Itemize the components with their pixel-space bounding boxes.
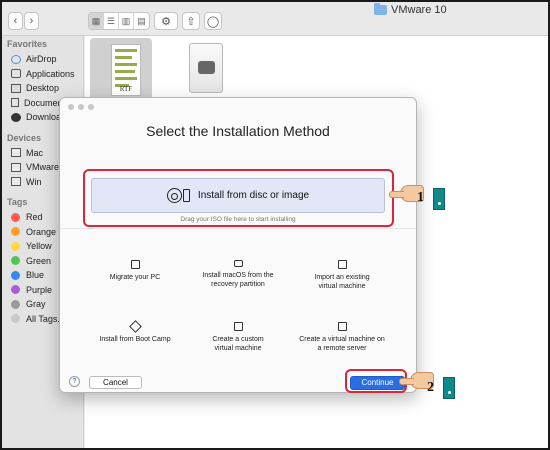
sidebar-item-label: Desktop [26, 83, 60, 94]
remote-server-icon [337, 322, 347, 331]
forward-button[interactable]: › [24, 12, 39, 30]
option-label: virtual machine [214, 345, 262, 352]
option-custom-vm[interactable]: Create a custom virtual machine [183, 322, 293, 353]
sidebar-item-desktop[interactable]: Desktop [2, 81, 83, 96]
disk-icon [11, 148, 21, 158]
sidebar-item-label: Yellow [26, 241, 52, 252]
tag-color-dot [11, 256, 20, 266]
divider [60, 228, 416, 229]
option-boot-camp[interactable]: Install from Boot Camp [80, 320, 190, 344]
sleeve-cuff [433, 188, 445, 210]
finder-toolbar: ‹ › ▦ ☰ ▥ ▤ ⚙ ⇧ ◯ VMware 10 [2, 2, 548, 36]
back-button[interactable]: ‹ [8, 12, 23, 30]
tag-color-dot [11, 270, 20, 280]
help-button[interactable]: ? [69, 376, 80, 387]
boot-camp-icon [128, 320, 142, 333]
option-label: recovery partition [211, 281, 265, 288]
migrate-pc-icon [130, 260, 140, 269]
window-title-text: VMware 10 [391, 4, 447, 16]
tag-color-dot [11, 285, 20, 295]
step-1-label: 1 [417, 190, 424, 205]
option-label: Create a virtual machine on [299, 336, 385, 343]
disk-image-file-icon[interactable] [189, 43, 223, 93]
desktop-icon [11, 83, 21, 93]
sidebar-item-label: Blue [26, 270, 45, 281]
sidebar-item-label: Orange [26, 226, 57, 237]
icon-view-button[interactable]: ▦ [89, 13, 104, 29]
tag-color-dot [11, 241, 20, 251]
cancel-button[interactable]: Cancel [89, 376, 142, 389]
documents-icon [11, 98, 19, 108]
option-import-vm[interactable]: Import an existing virtual machine [287, 260, 397, 291]
import-vm-icon [337, 260, 347, 269]
option-label: a remote server [317, 345, 367, 352]
disk-icon [11, 162, 21, 172]
tag-color-dot [11, 299, 20, 309]
folder-icon [374, 3, 387, 15]
tag-button[interactable]: ◯ [204, 12, 222, 30]
view-switcher: ▦ ☰ ▥ ▤ [88, 12, 150, 30]
install-option-highlight [83, 169, 394, 227]
sidebar-item-label: Win [26, 176, 42, 187]
column-view-button[interactable]: ▥ [119, 13, 134, 29]
sidebar-item-label: Purple [26, 284, 53, 295]
airdrop-icon [11, 54, 21, 64]
step-2-label: 2 [427, 380, 434, 395]
downloads-icon [11, 112, 21, 122]
zoom-window-button[interactable] [88, 104, 94, 110]
sidebar-item-label: Green [26, 255, 52, 266]
option-recovery-partition[interactable]: Install macOS from the recovery partitio… [183, 260, 293, 289]
applications-icon [11, 69, 21, 79]
option-label: virtual machine [318, 283, 366, 290]
tag-color-dot [11, 212, 20, 222]
screenshot-frame: ‹ › ▦ ☰ ▥ ▤ ⚙ ⇧ ◯ VMware 10 Favorites Ai… [0, 0, 550, 450]
tag-color-dot [11, 314, 20, 324]
favorites-header: Favorites [7, 39, 48, 49]
minimize-window-button[interactable] [78, 104, 84, 110]
list-view-button[interactable]: ☰ [104, 13, 119, 29]
sidebar-item-airdrop[interactable]: AirDrop [2, 52, 83, 67]
option-migrate-pc[interactable]: Migrate your PC [80, 260, 190, 282]
document-type-label: RTF [119, 85, 133, 93]
window-controls [68, 104, 94, 110]
option-label: Install macOS from the [202, 272, 274, 279]
tag-color-dot [11, 227, 20, 237]
option-label: Create a custom [212, 336, 264, 343]
sidebar-item-applications[interactable]: Applications [2, 67, 83, 82]
option-label: Migrate your PC [109, 274, 161, 281]
continue-highlight [345, 369, 407, 393]
sidebar-item-label: Applications [26, 68, 75, 79]
gallery-view-button[interactable]: ▤ [134, 13, 149, 29]
disk-icon [11, 177, 21, 187]
dialog-title: Select the Installation Method [146, 123, 330, 139]
close-window-button[interactable] [68, 104, 74, 110]
window-title: VMware 10 [374, 3, 447, 16]
sidebar-item-label: Gray [26, 299, 46, 310]
share-button[interactable]: ⇧ [182, 12, 200, 30]
option-label: Install from Boot Camp [99, 336, 171, 343]
sidebar-item-label: AirDrop [26, 54, 57, 65]
custom-vm-icon [233, 322, 243, 331]
sidebar-item-label: Mac [26, 147, 44, 158]
sleeve-cuff [443, 377, 455, 399]
recovery-drive-icon [233, 260, 243, 267]
installation-method-dialog: Select the Installation Method Install f… [59, 97, 417, 393]
option-label: Import an existing [314, 274, 370, 281]
sidebar-item-label: Red [26, 212, 43, 223]
option-remote-server[interactable]: Create a virtual machine on a remote ser… [287, 322, 397, 353]
action-gear-button[interactable]: ⚙ [154, 12, 178, 30]
